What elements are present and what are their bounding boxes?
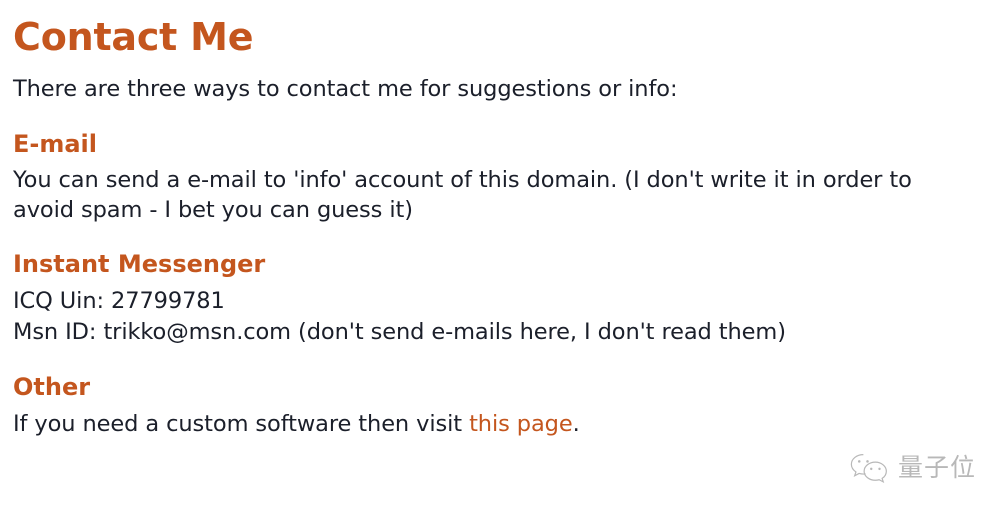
other-paragraph: If you need a custom software then visit… bbox=[13, 410, 973, 440]
instant-messenger-lines: ICQ Uin: 27799781 Msn ID: trikko@msn.com… bbox=[13, 287, 973, 348]
page-title: Contact Me bbox=[13, 15, 254, 59]
icq-line: ICQ Uin: 27799781 bbox=[13, 287, 225, 314]
section-heading-instant-messenger: Instant Messenger bbox=[13, 250, 266, 279]
other-text-before-link: If you need a custom software then visit bbox=[13, 410, 470, 437]
this-page-link[interactable]: this page bbox=[469, 411, 573, 437]
contact-page: Contact Me There are three ways to conta… bbox=[0, 0, 1002, 506]
watermark: 量子位 bbox=[848, 447, 988, 487]
other-text-after-link: . bbox=[572, 410, 580, 437]
wechat-icon bbox=[850, 454, 887, 483]
msn-line: Msn ID: trikko@msn.com (don't send e-mai… bbox=[13, 319, 786, 346]
intro-paragraph: There are three ways to contact me for s… bbox=[13, 75, 678, 102]
section-heading-email: E-mail bbox=[13, 129, 98, 158]
watermark-text: 量子位 bbox=[898, 452, 977, 482]
email-paragraph: You can send a e-mail to 'info' account … bbox=[13, 166, 912, 223]
section-heading-other: Other bbox=[13, 373, 91, 402]
page-content: Contact Me There are three ways to conta… bbox=[13, 15, 973, 440]
